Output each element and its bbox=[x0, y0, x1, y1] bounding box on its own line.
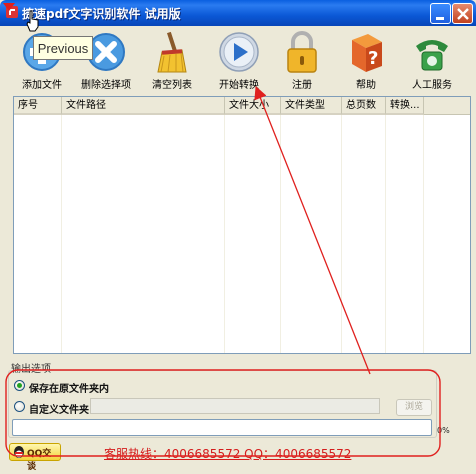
app-window: 捷速pdf文字识别软件 试用版 添加文件 删除选择项 清空列表 开始转换 注册 … bbox=[0, 0, 476, 474]
clear-list-label: 清空列表 bbox=[152, 80, 192, 91]
padlock-icon bbox=[287, 31, 317, 73]
custom-folder-radio[interactable] bbox=[14, 401, 25, 412]
qq-chat-button[interactable]: QQ交谈 bbox=[9, 443, 61, 472]
column-divider bbox=[385, 115, 386, 353]
start-convert-button[interactable]: 开始转换 bbox=[207, 26, 271, 92]
hand-cursor-icon bbox=[26, 10, 39, 32]
support-label: 人工服务 bbox=[412, 80, 452, 91]
column-divider bbox=[61, 115, 62, 353]
col-file-path[interactable]: 文件路径 bbox=[62, 97, 225, 115]
browse-button[interactable]: 浏览 bbox=[396, 399, 432, 416]
minimize-button[interactable] bbox=[430, 3, 451, 24]
play-icon bbox=[219, 32, 259, 72]
col-page-count[interactable]: 总页数 bbox=[342, 97, 386, 115]
col-file-size[interactable]: 文件大小 bbox=[225, 97, 281, 115]
help-button[interactable]: ? 帮助 bbox=[334, 26, 398, 92]
save-original-label[interactable]: 保存在原文件夹内 bbox=[29, 380, 109, 395]
help-label: 帮助 bbox=[356, 80, 376, 91]
svg-text:?: ? bbox=[368, 48, 378, 69]
telephone-icon bbox=[416, 40, 448, 71]
table-header: 序号 文件路径 文件大小 文件类型 总页数 转换... bbox=[14, 97, 470, 115]
clear-list-button[interactable]: 清空列表 bbox=[140, 26, 204, 92]
column-divider bbox=[224, 115, 225, 353]
support-button[interactable]: 人工服务 bbox=[400, 26, 464, 92]
progress-percent: 0% bbox=[437, 426, 450, 435]
custom-folder-label[interactable]: 自定义文件夹 bbox=[29, 401, 89, 416]
add-file-label: 添加文件 bbox=[22, 80, 62, 91]
conversion-progress-bar bbox=[12, 419, 432, 436]
delete-selected-label: 删除选择项 bbox=[81, 80, 131, 91]
window-title: 捷速pdf文字识别软件 试用版 bbox=[22, 7, 181, 21]
file-table[interactable]: 序号 文件路径 文件大小 文件类型 总页数 转换... bbox=[13, 96, 471, 354]
save-original-radio[interactable] bbox=[14, 380, 25, 391]
start-convert-label: 开始转换 bbox=[219, 80, 259, 91]
qq-penguin-icon bbox=[14, 446, 24, 458]
support-hotline: 客服热线：4006685572 QQ：4006685572 bbox=[104, 447, 352, 461]
title-bar[interactable]: 捷速pdf文字识别软件 试用版 bbox=[0, 0, 476, 26]
register-button[interactable]: 注册 bbox=[270, 26, 334, 92]
custom-folder-path-input[interactable] bbox=[90, 398, 380, 414]
column-divider bbox=[341, 115, 342, 353]
tooltip: Previous bbox=[33, 36, 93, 60]
column-divider bbox=[423, 115, 424, 353]
column-divider bbox=[280, 115, 281, 353]
col-index[interactable]: 序号 bbox=[14, 97, 62, 115]
close-icon bbox=[457, 8, 469, 20]
help-book-icon: ? bbox=[352, 34, 382, 72]
col-file-type[interactable]: 文件类型 bbox=[281, 97, 342, 115]
col-convert-status[interactable]: 转换... bbox=[386, 97, 424, 115]
register-label: 注册 bbox=[292, 80, 312, 91]
app-icon bbox=[6, 6, 18, 18]
close-button[interactable] bbox=[452, 3, 473, 24]
broom-icon bbox=[157, 31, 187, 73]
qq-chat-label: QQ交谈 bbox=[27, 449, 52, 472]
